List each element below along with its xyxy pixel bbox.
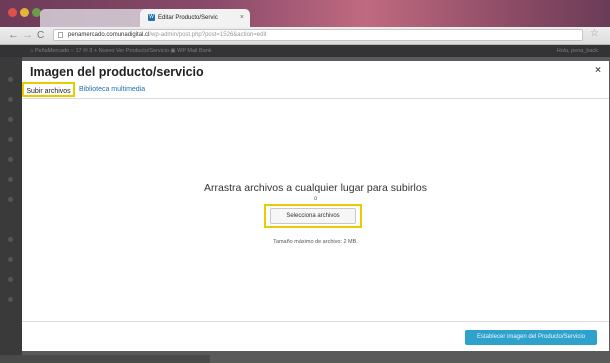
browser-tab-inactive[interactable]: ×: [40, 9, 150, 27]
wp-admin-sidebar: [0, 57, 22, 363]
media-modal: Imagen del producto/servicio × Subir arc…: [22, 61, 609, 351]
modal-toolbar-divider: [22, 321, 609, 322]
close-tab-icon[interactable]: ×: [240, 9, 244, 27]
bookmark-star-icon[interactable]: ☆: [590, 28, 599, 39]
close-window-icon[interactable]: [8, 8, 17, 17]
browser-tab-bar: × WEditar Producto/Servic ×: [0, 0, 610, 27]
reload-icon[interactable]: C: [37, 28, 44, 43]
modal-title: Imagen del producto/servicio: [30, 65, 204, 79]
menu-appearance-icon: [8, 197, 13, 202]
menu-posts-icon: [8, 97, 13, 102]
address-bar[interactable]: penamercado.comunadigital.cl/wp-admin/po…: [53, 29, 583, 41]
page-icon: [58, 32, 63, 38]
menu-users-icon: [8, 257, 13, 262]
menu-settings-icon: [8, 297, 13, 302]
select-files-label[interactable]: Selecciona archivos: [270, 208, 356, 224]
admin-bar-greeting: Hola, pena_back: [556, 48, 598, 54]
url-path: /wp-admin/post.php?post=1526&action=edit: [149, 32, 267, 38]
browser-toolbar: ← → C penamercado.comunadigital.cl/wp-ad…: [0, 27, 610, 45]
menu-pages-icon: [8, 137, 13, 142]
set-featured-image-button[interactable]: Establecer imagen del Producto/Servicio: [465, 330, 597, 345]
menu-comments-icon: [8, 157, 13, 162]
select-files-button[interactable]: Selecciona archivos: [264, 204, 362, 228]
menu-media-icon: [8, 117, 13, 122]
tab-divider: [22, 98, 609, 99]
menu-products-icon: [8, 177, 13, 182]
or-separator: o: [313, 196, 318, 202]
minimize-window-icon[interactable]: [20, 8, 29, 17]
admin-bar-left-items: ⌂ PeñaMercado ○ 17 ✉ 3 + Nuevo Ver Produ…: [30, 48, 212, 54]
tab-media-library[interactable]: Biblioteca multimedia: [79, 82, 145, 97]
back-arrow-icon[interactable]: ←: [8, 28, 19, 43]
drop-instructions: Arrastra archivos a cualquier lugar para…: [204, 182, 427, 194]
url-host: penamercado.comunadigital.cl: [68, 32, 150, 38]
menu-plugins-icon: [8, 237, 13, 242]
menu-dashboard-icon: [8, 77, 13, 82]
tab-upload-files[interactable]: Subir archivos: [22, 82, 75, 97]
forward-arrow-icon[interactable]: →: [22, 28, 33, 43]
close-icon[interactable]: ×: [595, 65, 601, 76]
menu-tools-icon: [8, 277, 13, 282]
max-upload-size: Tamaño máximo de archivo: 2 MB.: [273, 239, 358, 245]
browser-status-strip: [0, 355, 210, 363]
wordpress-icon: W: [148, 13, 155, 21]
browser-tab-active[interactable]: W Editar Producto/Servic ×: [140, 9, 250, 27]
wp-admin-bar: ⌂ PeñaMercado ○ 17 ✉ 3 + Nuevo Ver Produ…: [0, 45, 610, 57]
browser-tab-label: Editar Producto/Servic: [158, 15, 218, 21]
